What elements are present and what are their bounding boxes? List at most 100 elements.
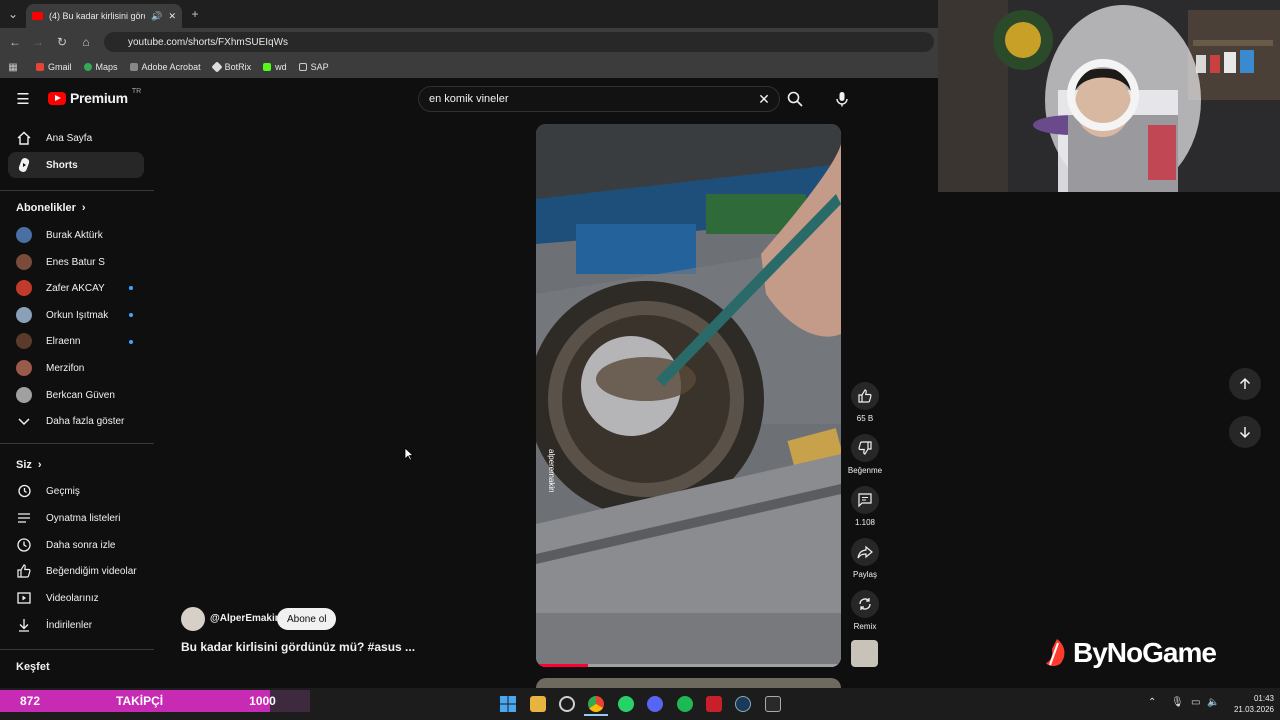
file-explorer-icon[interactable]	[530, 696, 546, 712]
sidebar-item-sub[interactable]: Berkcan Güven	[8, 382, 144, 408]
bookmark-maps[interactable]: Maps	[83, 62, 118, 72]
chevron-up-icon[interactable]: ⌃	[1148, 697, 1156, 708]
url-field[interactable]: youtube.com/shorts/FXhmSUEIqWs	[104, 32, 934, 52]
bookmark-sap[interactable]: SAP	[298, 62, 329, 72]
subscribe-button[interactable]: Abone ol	[277, 608, 337, 630]
dislike-action[interactable]: Beğenme	[848, 434, 882, 475]
follower-label: TAKİPÇİ	[116, 694, 164, 708]
progress-track[interactable]	[536, 664, 841, 667]
avatar	[16, 254, 32, 270]
sidebar-show-more[interactable]: Daha fazla göster	[8, 408, 144, 434]
sidebar-item-watch-later[interactable]: Daha sonra izle	[8, 532, 144, 558]
sidebar-item-downloads[interactable]: İndirilenler	[8, 612, 144, 638]
kick-icon	[263, 63, 272, 71]
sidebar-item-history[interactable]: Geçmiş	[8, 478, 144, 504]
search-icon[interactable]	[786, 90, 804, 108]
tab-title: (4) Bu kadar kirlisini gördünüz mü? #asu…	[49, 11, 145, 21]
sidebar-item-liked[interactable]: Beğendiğim videolar	[8, 558, 144, 584]
network-icon[interactable]: ▭	[1191, 697, 1200, 708]
like-button[interactable]	[851, 382, 879, 410]
apps-grid-icon[interactable]: ▦	[4, 58, 22, 76]
share-label: Paylaş	[852, 570, 877, 579]
browser-tab[interactable]: (4) Bu kadar kirlisini gördünüz mü? #asu…	[26, 4, 182, 28]
obs-icon[interactable]	[559, 696, 575, 712]
epic-games-icon[interactable]	[765, 696, 781, 712]
back-icon[interactable]: ←	[6, 33, 24, 51]
menu-icon[interactable]: ☰	[14, 90, 32, 108]
folder-icon	[298, 63, 307, 71]
home-button-icon[interactable]: ⌂	[77, 33, 95, 51]
sidebar-item-sub[interactable]: Orkun Işıtmak	[8, 302, 144, 328]
like-action[interactable]: 65 B	[849, 382, 881, 423]
whatsapp-icon[interactable]	[618, 696, 634, 712]
video-watermark: alperemakin	[547, 449, 556, 493]
subscriptions-heading[interactable]: Abonelikler ›	[16, 202, 86, 214]
avatar	[16, 307, 32, 323]
avatar	[16, 333, 32, 349]
sidebar-item-your-videos[interactable]: Videolarınız	[8, 585, 144, 611]
microphone-tray-icon[interactable]: 🎙	[1171, 697, 1184, 708]
reload-icon[interactable]: ↻	[53, 33, 71, 51]
remix-button[interactable]	[851, 590, 879, 618]
sidebar-item-sub[interactable]: Zafer AKCAY	[8, 275, 144, 301]
remix-label: Remix	[853, 622, 877, 631]
brand-watermark: ByNoGame	[1043, 637, 1217, 669]
sidebar-item-sub[interactable]: Merzifon	[8, 355, 144, 381]
share-action[interactable]: Paylaş	[849, 538, 881, 579]
arrow-down-icon	[1239, 427, 1251, 439]
sidebar-item-sub[interactable]: Enes Batur S	[8, 249, 144, 275]
sidebar-item-playlists[interactable]: Oynatma listeleri	[8, 505, 144, 531]
chrome-icon[interactable]	[588, 696, 604, 712]
shorts-icon	[16, 157, 32, 173]
remix-action[interactable]: Remix	[849, 590, 881, 631]
next-short-button[interactable]	[1229, 416, 1261, 448]
webcam-feed	[938, 0, 1280, 192]
chevron-down-icon	[16, 413, 32, 429]
tab-list-icon[interactable]: ⌄	[4, 5, 22, 23]
video-frame	[536, 124, 841, 667]
clock[interactable]: 01:43 21.03.2026	[1226, 693, 1274, 715]
discord-icon[interactable]	[647, 696, 663, 712]
thumbs-up-icon	[858, 389, 872, 403]
forward-icon[interactable]: →	[29, 33, 47, 51]
start-menu-icon[interactable]	[500, 696, 516, 712]
bookmark-adobe[interactable]: Adobe Acrobat	[129, 62, 201, 72]
channel-avatar[interactable]	[181, 607, 205, 631]
bookmark-botrix[interactable]: BotRix	[210, 61, 251, 73]
share-button[interactable]	[851, 538, 879, 566]
sidebar-item-sub[interactable]: Burak Aktürk	[8, 222, 144, 248]
sidebar-item-sub[interactable]: Elraenn	[8, 328, 144, 354]
app-red-icon[interactable]	[706, 696, 722, 712]
sidebar-item-shorts[interactable]: Shorts	[8, 152, 144, 178]
short-video-player[interactable]: alperemakin	[536, 124, 841, 667]
you-heading[interactable]: Siz ›	[16, 459, 42, 471]
bookmark-gmail[interactable]: Gmail	[36, 62, 72, 72]
microphone-icon[interactable]	[834, 91, 850, 107]
spotify-icon[interactable]	[677, 696, 693, 712]
thumbs-up-icon	[16, 563, 32, 579]
search-value: en komik vineler	[429, 93, 509, 105]
sound-thumbnail[interactable]	[851, 640, 878, 667]
new-tab-icon[interactable]: +	[186, 5, 204, 23]
steam-icon[interactable]	[735, 696, 751, 712]
bookmark-wd[interactable]: wd	[263, 62, 287, 72]
share-icon	[857, 545, 873, 559]
sidebar-item-label: Ana Sayfa	[46, 132, 93, 144]
close-tab-icon[interactable]: ✕	[168, 11, 176, 22]
url-text: youtube.com/shorts/FXhmSUEIqWs	[128, 36, 289, 48]
youtube-logo[interactable]: Premium TR	[48, 88, 141, 106]
search-input[interactable]: en komik vineler	[418, 86, 780, 112]
comments-button[interactable]	[851, 486, 879, 514]
explore-heading[interactable]: Keşfet	[16, 661, 50, 673]
speaker-icon[interactable]: 🔊	[151, 11, 162, 22]
channel-handle[interactable]: @AlperEmakin	[210, 613, 281, 624]
avatar	[16, 360, 32, 376]
active-app-indicator	[584, 714, 608, 716]
sidebar-item-home[interactable]: Ana Sayfa	[8, 125, 144, 151]
volume-icon[interactable]: 🔈	[1207, 697, 1219, 708]
dislike-button[interactable]	[851, 434, 879, 462]
mouse-cursor-icon	[404, 447, 415, 464]
clear-search-icon[interactable]: ✕	[755, 90, 773, 108]
comments-action[interactable]: 1.108	[849, 486, 881, 527]
previous-short-button[interactable]	[1229, 368, 1261, 400]
